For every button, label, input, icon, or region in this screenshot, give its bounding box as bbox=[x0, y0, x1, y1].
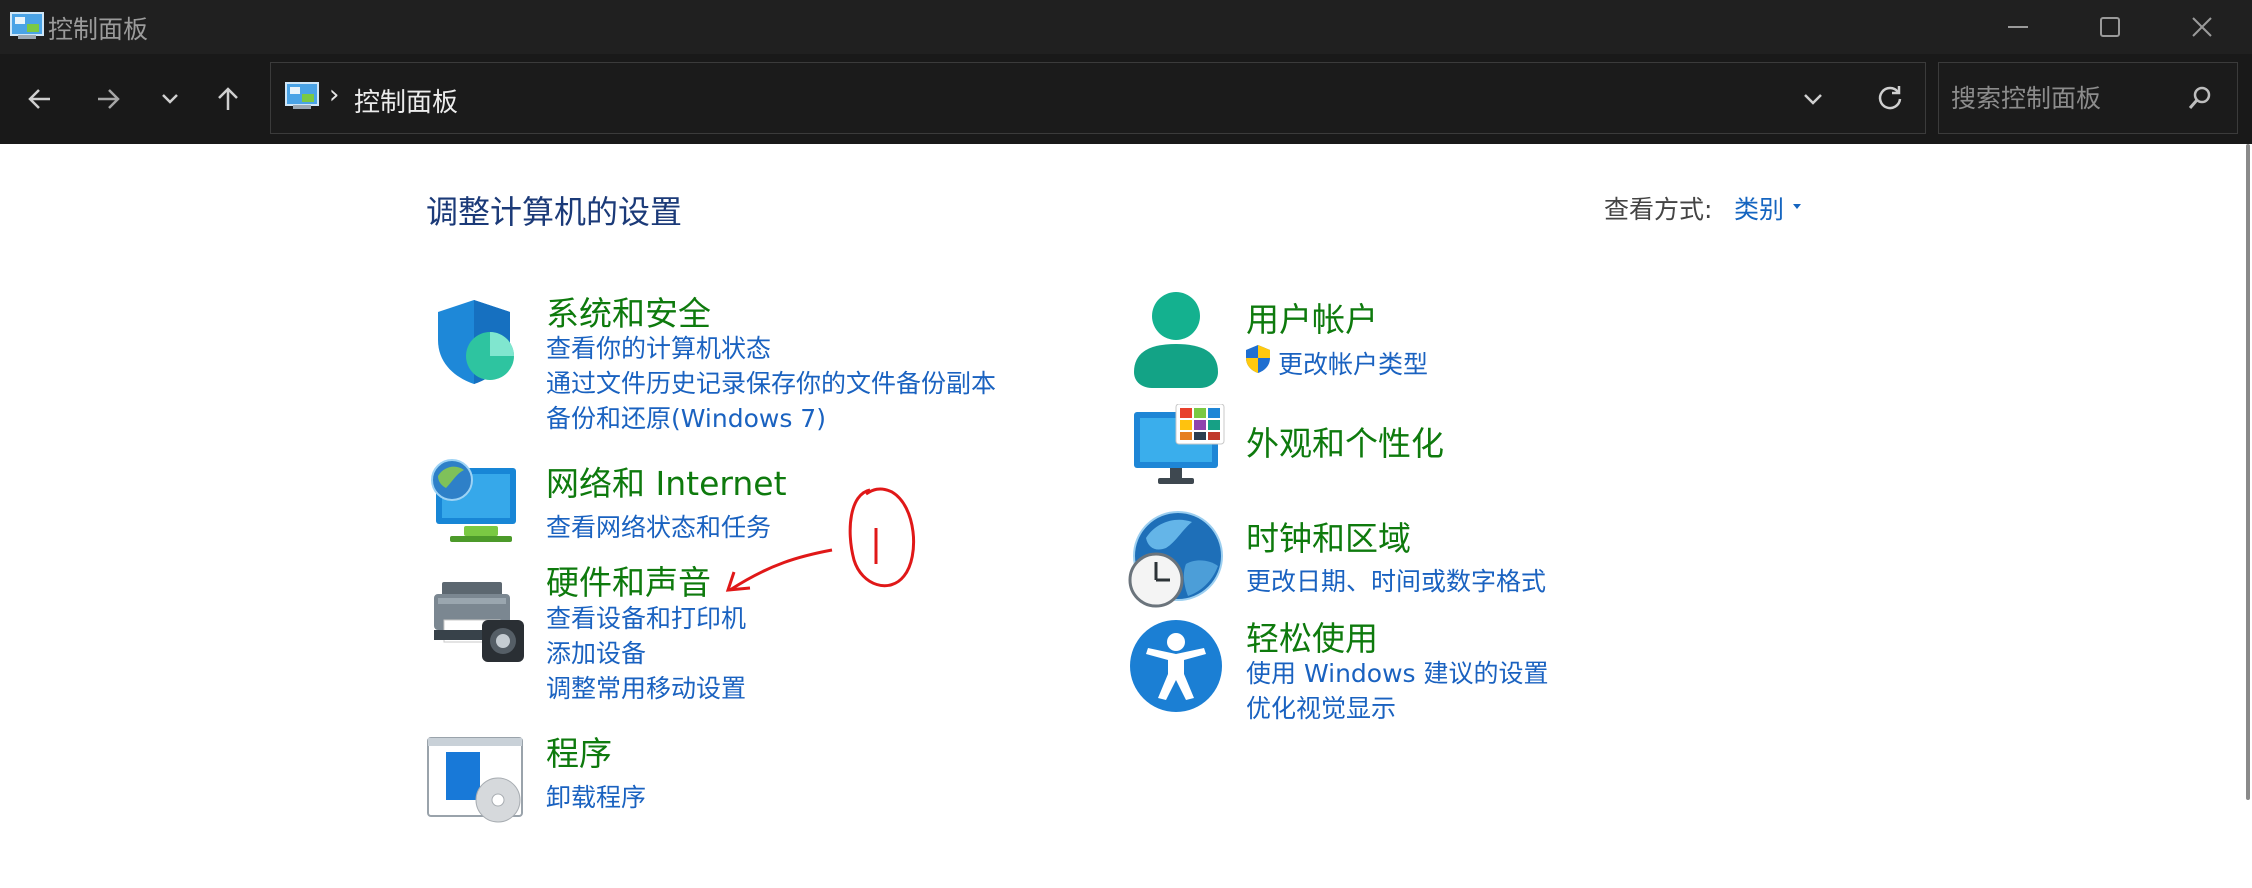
link-optimize-visual-display[interactable]: 优化视觉显示 bbox=[1246, 689, 1396, 725]
page-title: 调整计算机的设置 bbox=[426, 193, 683, 231]
address-bar[interactable]: › 控制面板 bbox=[270, 62, 1926, 134]
link-windows-recommended-settings[interactable]: 使用 Windows 建议的设置 bbox=[1246, 654, 1549, 690]
category-system-security[interactable]: 系统和安全 bbox=[546, 287, 711, 335]
refresh-button[interactable] bbox=[1875, 83, 1905, 117]
view-by-label: 查看方式: bbox=[1604, 195, 1713, 224]
minimize-button[interactable] bbox=[1972, 0, 2064, 54]
breadcrumb-separator[interactable]: › bbox=[329, 80, 339, 110]
programs-disc-icon[interactable] bbox=[426, 734, 524, 824]
category-hardware-sound[interactable]: 硬件和声音 bbox=[546, 556, 711, 604]
link-uninstall-program[interactable]: 卸载程序 bbox=[546, 778, 646, 814]
breadcrumb-control-panel[interactable]: 控制面板 bbox=[354, 82, 458, 119]
recent-locations-button[interactable] bbox=[146, 76, 194, 122]
back-button[interactable] bbox=[16, 76, 64, 122]
link-devices-printers[interactable]: 查看设备和打印机 bbox=[546, 599, 746, 635]
globe-clock-icon[interactable] bbox=[1126, 508, 1226, 608]
vertical-scrollbar[interactable] bbox=[2246, 144, 2250, 800]
minimize-icon bbox=[2008, 26, 2028, 28]
category-programs[interactable]: 程序 bbox=[546, 727, 612, 775]
network-globe-icon[interactable] bbox=[426, 454, 522, 550]
caret-down-icon[interactable] bbox=[1792, 202, 1802, 210]
chevron-down-icon bbox=[162, 94, 178, 104]
arrow-up-icon bbox=[218, 87, 238, 110]
red-annotation-arrow-icon bbox=[725, 487, 916, 592]
chevron-down-icon bbox=[1804, 94, 1822, 105]
category-user-accounts[interactable]: 用户帐户 bbox=[1246, 293, 1378, 341]
view-by-dropdown[interactable]: 类别 bbox=[1734, 190, 1784, 226]
title-bar: 控制面板 bbox=[0, 0, 2252, 54]
uac-shield-icon bbox=[1246, 345, 1270, 373]
link-file-history-backup[interactable]: 通过文件历史记录保存你的文件备份副本 bbox=[546, 364, 996, 400]
accessibility-icon[interactable] bbox=[1128, 618, 1224, 714]
forward-button[interactable] bbox=[84, 76, 132, 122]
category-appearance-personalization[interactable]: 外观和个性化 bbox=[1246, 417, 1444, 465]
maximize-button[interactable] bbox=[2064, 0, 2156, 54]
monitor-palette-icon[interactable] bbox=[1132, 404, 1226, 488]
printer-icon[interactable] bbox=[430, 580, 526, 664]
link-backup-restore[interactable]: 备份和还原(Windows 7) bbox=[546, 399, 826, 435]
arrow-right-icon bbox=[98, 89, 120, 109]
control-panel-icon bbox=[285, 82, 319, 110]
arrow-left-icon bbox=[28, 89, 50, 109]
link-mobility-settings[interactable]: 调整常用移动设置 bbox=[546, 669, 746, 705]
navigation-bar: › 控制面板 bbox=[0, 54, 2252, 144]
category-clock-region[interactable]: 时钟和区域 bbox=[1246, 512, 1411, 560]
search-input[interactable] bbox=[1949, 77, 2183, 119]
close-icon bbox=[2192, 17, 2212, 37]
refresh-icon bbox=[1878, 86, 1902, 110]
shield-icon[interactable] bbox=[428, 296, 520, 388]
close-button[interactable] bbox=[2156, 0, 2248, 54]
link-change-account-type[interactable]: 更改帐户类型 bbox=[1278, 345, 1428, 381]
window-title: 控制面板 bbox=[48, 15, 149, 44]
address-history-button[interactable] bbox=[1801, 87, 1825, 115]
up-button[interactable] bbox=[204, 76, 252, 122]
maximize-icon bbox=[2100, 17, 2120, 37]
link-view-computer-status[interactable]: 查看你的计算机状态 bbox=[546, 329, 771, 365]
search-icon[interactable] bbox=[2187, 85, 2213, 115]
control-panel-icon bbox=[10, 12, 44, 40]
user-icon[interactable] bbox=[1130, 290, 1222, 390]
link-change-date-time-format[interactable]: 更改日期、时间或数字格式 bbox=[1246, 562, 1546, 598]
search-box[interactable] bbox=[1938, 62, 2238, 134]
link-add-device[interactable]: 添加设备 bbox=[546, 634, 646, 670]
category-ease-of-access[interactable]: 轻松使用 bbox=[1246, 612, 1378, 660]
